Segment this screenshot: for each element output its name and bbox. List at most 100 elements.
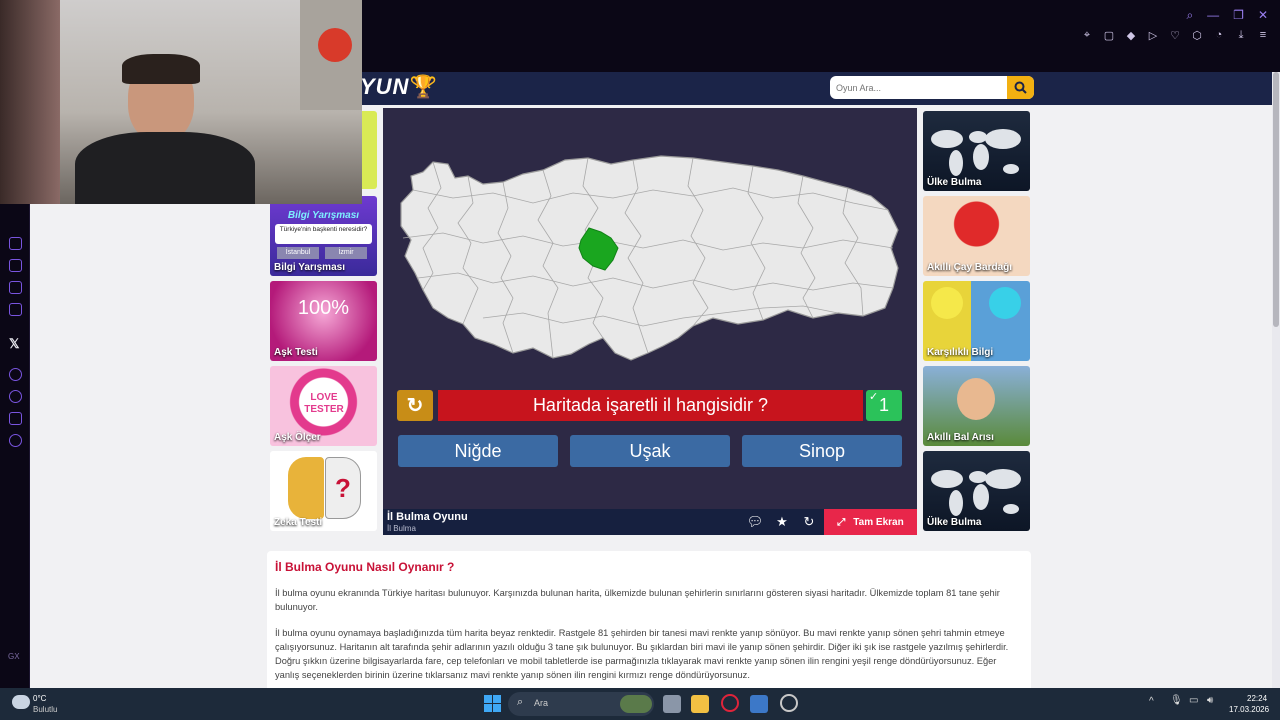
network-icon[interactable]: ▭ (1189, 695, 1198, 706)
search-icon: ⌕ (517, 696, 524, 708)
taskbar-search[interactable]: ⌕ Ara (508, 692, 654, 716)
search-button[interactable] (1007, 76, 1034, 99)
player-icon[interactable] (9, 368, 22, 381)
gx-label: GX (8, 652, 20, 661)
app-icon[interactable] (780, 694, 798, 712)
question-bar: Haritada işaretli il hangisidir ? (438, 390, 863, 421)
pin-icon[interactable]: ⌖ (1080, 28, 1094, 42)
mic-icon[interactable]: 🎙︎ (1170, 695, 1183, 706)
extensions-icon[interactable] (9, 412, 22, 425)
fullscreen-button[interactable]: ⤢ Tam Ekran (824, 509, 917, 535)
maximize-icon[interactable]: ❐ (1233, 8, 1244, 23)
sidebar-item-icon[interactable] (9, 259, 22, 272)
reload-button[interactable]: ↻ (796, 509, 822, 535)
thumb-question: Türkiye'nin başkenti neresidir? (275, 224, 372, 244)
start-icon[interactable] (484, 695, 501, 712)
new-question-button[interactable]: ↻ (397, 390, 433, 421)
download-icon[interactable]: ⤓ (1234, 28, 1248, 42)
screenshot-icon[interactable]: ▢ (1102, 28, 1116, 42)
weather-icon[interactable] (12, 695, 30, 709)
extensions-icon[interactable]: ⬡ (1190, 28, 1204, 42)
game-thumb-ask-olcer[interactable]: LOVE TESTER Aşk Ölçer (270, 366, 377, 446)
thumb-label: Akıllı Çay Bardağı (927, 262, 1013, 273)
answer-button-3[interactable]: Sinop (742, 435, 902, 467)
answer-button-1[interactable]: Niğde (398, 435, 558, 467)
webcam-overlay (0, 0, 362, 204)
sidebar-item-icon[interactable] (9, 303, 22, 316)
store-icon[interactable] (750, 695, 768, 713)
thumb-label: Akıllı Bal Arısı (927, 432, 994, 443)
search-icon (1014, 81, 1027, 94)
favorite-button[interactable]: ★ (769, 509, 795, 535)
clock-time[interactable]: 22:24 (1247, 694, 1267, 703)
star-icon: ★ (776, 514, 788, 529)
game-title: İl Bulma Oyunu (387, 511, 468, 523)
game-category[interactable]: İl Bulma (387, 524, 416, 533)
taskbar-search-label: Ara (534, 698, 549, 708)
history-icon[interactable] (9, 390, 22, 403)
thumb-label: Zeka Testi (274, 517, 323, 528)
thumb-option: İstanbul (277, 247, 319, 259)
comment-icon: 💬︎ (746, 514, 764, 529)
shield-icon[interactable]: ◆ (1124, 28, 1138, 42)
x-twitter-icon[interactable]: 𝕏 (9, 336, 19, 352)
profile-icon[interactable]: ◔ (1212, 28, 1226, 42)
fullscreen-icon: ⤢ (837, 516, 846, 528)
article-paragraph: İl bulma oyunu ekranında Türkiye haritas… (275, 588, 1000, 612)
taskbar: 0°C Bulutlu ⌕ Ara ^ 🎙︎ ▭ 🔊︎ 22:24 17.03.… (0, 688, 1280, 720)
comment-button[interactable]: 💬︎ (742, 509, 768, 535)
thumb-label: Aşk Testi (274, 347, 318, 358)
volume-icon[interactable]: 🔊︎ (1207, 695, 1213, 706)
weather-desc[interactable]: Bulutlu (33, 705, 57, 714)
minimize-icon[interactable]: — (1207, 8, 1219, 23)
game-thumb-ulke-bulma-2[interactable]: Ülke Bulma (923, 451, 1030, 531)
thumb-label: Ülke Bulma (927, 177, 982, 188)
game-thumb-zeka-testi[interactable]: ? Zeka Testi (270, 451, 377, 531)
sidebar-item-icon[interactable] (9, 237, 22, 250)
game-frame: ↻ Haritada işaretli il hangisidir ? ✓ 1 N… (383, 108, 917, 535)
game-thumb-ulke-bulma[interactable]: Ülke Bulma (923, 111, 1030, 191)
check-icon: ✓ (869, 391, 879, 403)
search-icon[interactable]: ⌕ (1186, 8, 1193, 23)
play-icon[interactable]: ▷ (1146, 28, 1160, 42)
opera-gx-icon[interactable] (721, 694, 739, 712)
site-logo[interactable]: YUN🏆 (360, 74, 438, 100)
game-footer: İl Bulma Oyunu İl Bulma 💬︎ ★ ↻ ⤢ Tam Ekra… (383, 509, 917, 535)
score-badge: ✓ 1 (866, 390, 902, 421)
refresh-icon: ↻ (803, 514, 815, 529)
extension-bar: ⌖ ▢ ◆ ▷ ♡ ⬡ ◔ ⤓ ≡ (1080, 28, 1270, 42)
article-paragraph: İl bulma oyunu oynamaya başladığınızda t… (275, 628, 1009, 680)
game-thumb-akilli-bal-arisi[interactable]: Akıllı Bal Arısı (923, 366, 1030, 446)
sidebar-item-icon[interactable] (9, 281, 22, 294)
search-input[interactable] (836, 79, 1006, 96)
game-thumb-karsilikli-bilgi[interactable]: Karşılıklı Bilgi (923, 281, 1030, 361)
task-view-icon[interactable] (663, 695, 681, 713)
weather-temp[interactable]: 0°C (33, 694, 46, 703)
game-thumb-ask-testi[interactable]: 100% Aşk Testi (270, 281, 377, 361)
close-icon[interactable]: ✕ (1258, 8, 1268, 23)
game-thumb-akilli-cay-bardagi[interactable]: Akıllı Çay Bardağı (923, 196, 1030, 276)
thumb-label: Karşılıklı Bilgi (927, 347, 994, 358)
trophy-icon: 🏆 (409, 74, 438, 99)
thumb-big-text: 100% (297, 297, 350, 319)
file-explorer-icon[interactable] (691, 695, 709, 713)
heart-icon[interactable]: ♡ (1168, 28, 1182, 42)
article-heading: İl Bulma Oyunu Nasıl Oynanır ? (275, 560, 455, 574)
thumb-banner: Bilgi Yarışması (287, 210, 360, 221)
scrollbar-thumb[interactable] (1273, 72, 1279, 327)
thumb-label: Aşk Ölçer (274, 432, 321, 443)
refresh-icon: ↻ (406, 395, 424, 417)
thumb-big-text: LOVE TESTER (304, 392, 344, 415)
search-box (830, 76, 1034, 99)
page-scrollbar[interactable] (1272, 72, 1280, 688)
thumb-label: Bilgi Yarışması (274, 262, 345, 273)
article: İl Bulma Oyunu Nasıl Oynanır ? İl bulma … (267, 551, 1031, 688)
settings-icon[interactable] (9, 434, 22, 447)
game-thumb-bilgi-yarismasi[interactable]: Bilgi Yarışması Türkiye'nin başkenti ner… (270, 196, 377, 276)
menu-icon[interactable]: ≡ (1256, 28, 1270, 42)
window-controls: ⌕ — ❐ ✕ (1186, 8, 1268, 23)
turkey-map[interactable] (393, 148, 908, 378)
answer-button-2[interactable]: Uşak (570, 435, 730, 467)
tray-chevron-icon[interactable]: ^ (1149, 696, 1154, 707)
clock-date[interactable]: 17.03.2026 (1229, 705, 1269, 714)
